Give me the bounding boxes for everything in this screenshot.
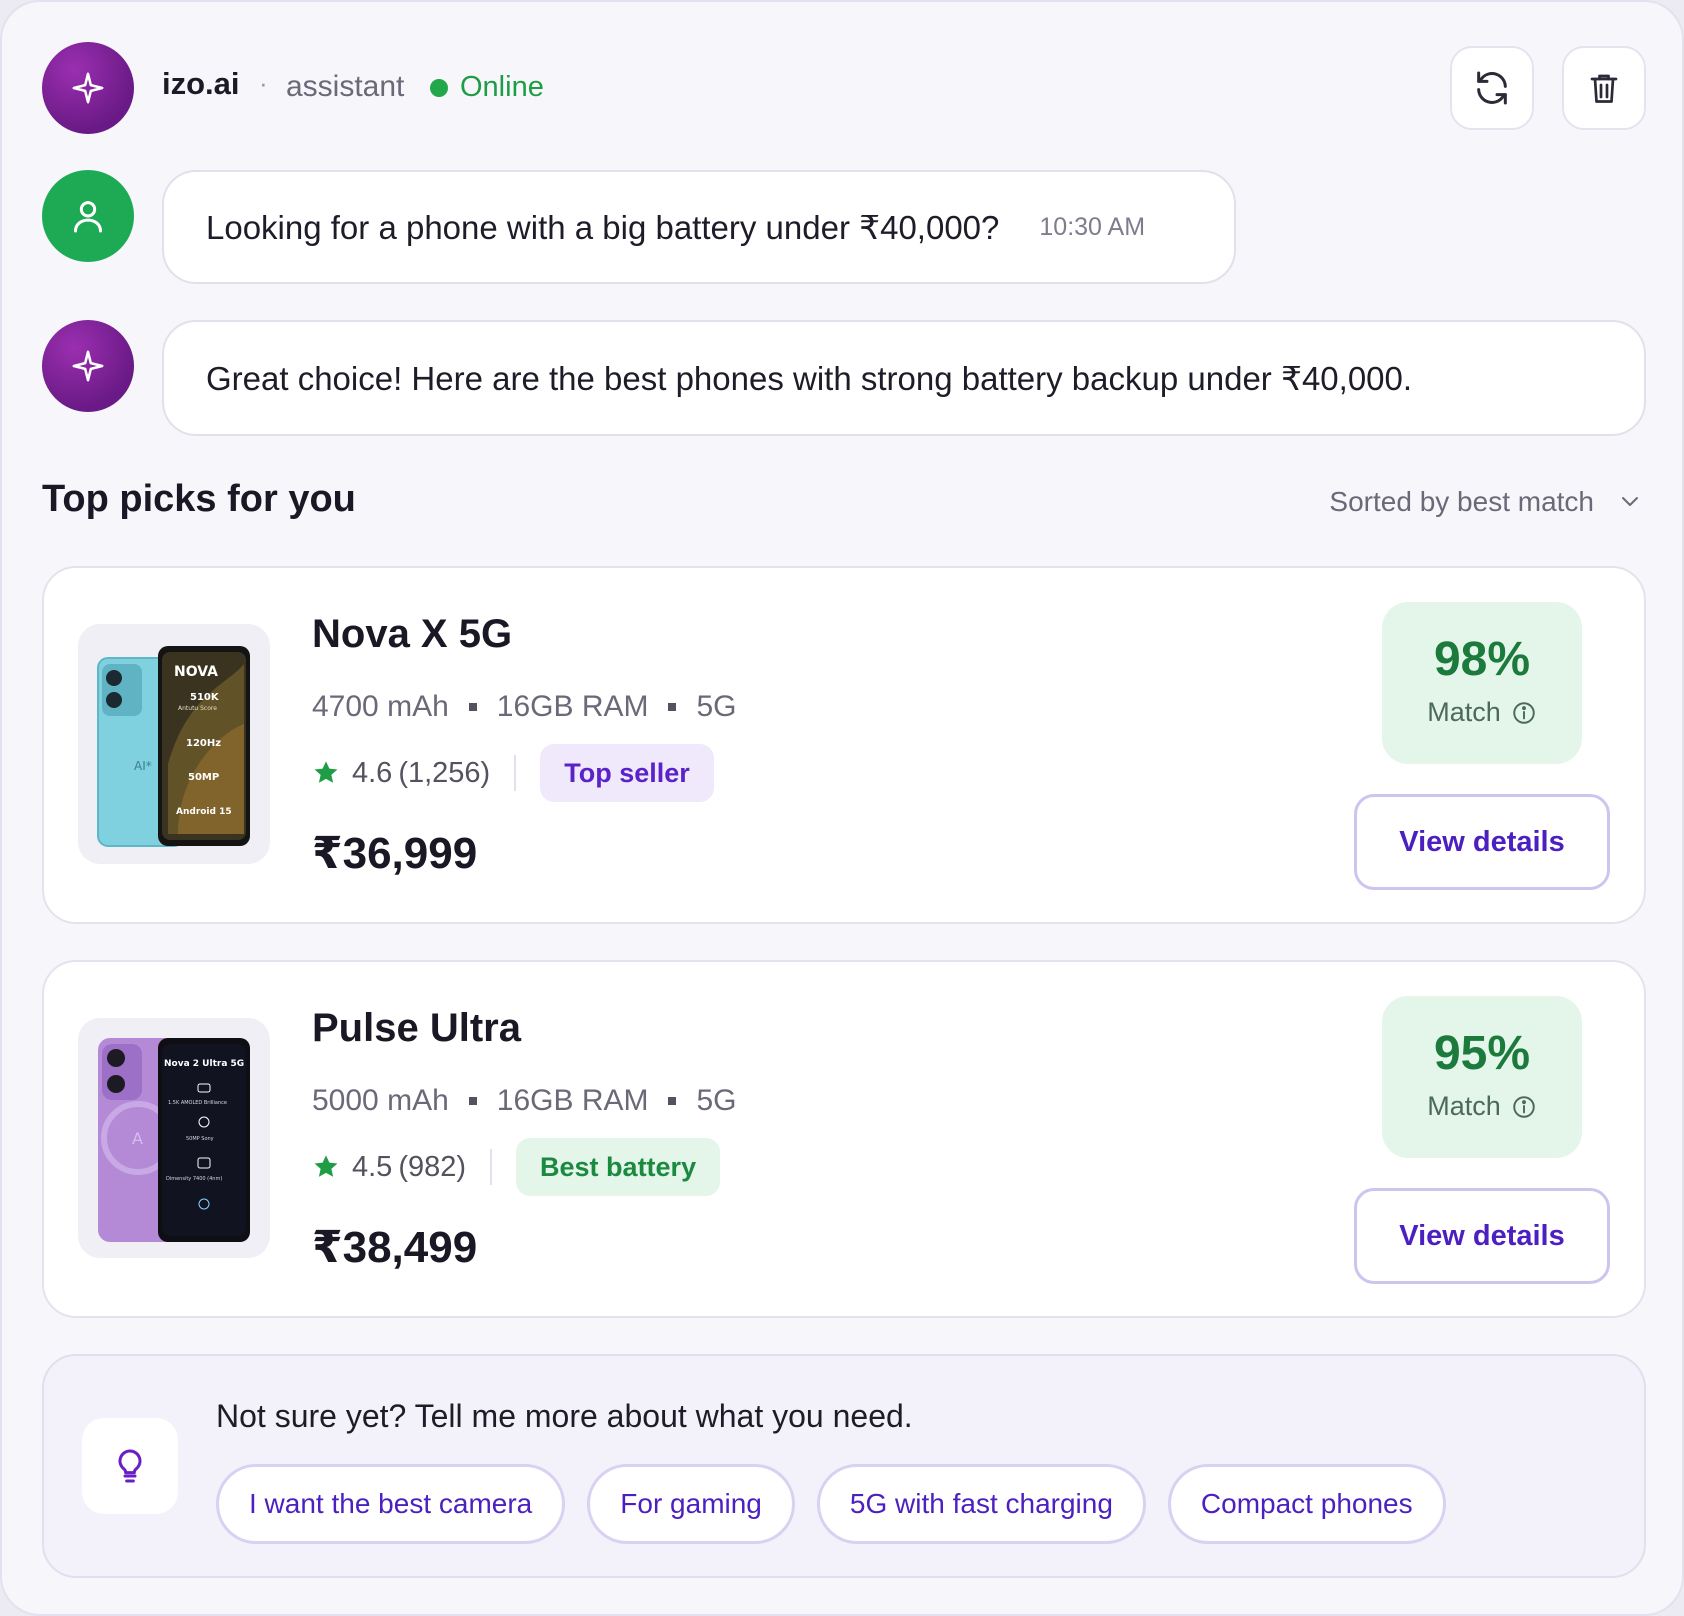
product-image: A Nova 2 Ultra 5G 1.5K AMOLED Brilliance… bbox=[78, 1018, 270, 1258]
assistant-message-text: Great choice! Here are the best phones w… bbox=[206, 359, 1413, 397]
spec-separator bbox=[468, 1097, 477, 1105]
sort-dropdown[interactable]: Sorted by best match bbox=[1329, 486, 1594, 518]
product-badge: Top seller bbox=[540, 744, 714, 802]
info-icon[interactable] bbox=[1511, 700, 1537, 726]
user-message-text: Looking for a phone with a big battery u… bbox=[206, 208, 1000, 246]
review-count: (982) bbox=[398, 1150, 467, 1183]
phone-screen-chipset: Dimensity 7400 (4nm) bbox=[166, 1176, 222, 1182]
trash-icon bbox=[1590, 74, 1618, 103]
product-name[interactable]: Nova X 5G bbox=[312, 612, 512, 657]
star-icon bbox=[314, 761, 338, 783]
product-specs: 5000 mAh 16GB RAM 5G bbox=[312, 1084, 737, 1118]
phone-screen-refresh: 120Hz bbox=[186, 738, 221, 749]
match-score-box: 95% Match bbox=[1382, 996, 1582, 1158]
chip-gaming[interactable]: For gaming bbox=[587, 1464, 795, 1544]
chat-window: izo.ai · assistant Online Looking for a … bbox=[0, 0, 1684, 1616]
assistant-role: assistant bbox=[286, 70, 405, 103]
suggestion-prompt: Not sure yet? Tell me more about what yo… bbox=[216, 1398, 913, 1434]
product-rating: 4.5 (982) Best battery bbox=[312, 1138, 721, 1196]
match-percentage: 98% bbox=[1433, 633, 1531, 686]
spec-network: 5G bbox=[696, 690, 737, 723]
header-separator: · bbox=[259, 68, 268, 98]
product-card: A Nova 2 Ultra 5G 1.5K AMOLED Brilliance… bbox=[42, 960, 1646, 1318]
chip-compact-phones[interactable]: Compact phones bbox=[1167, 1464, 1446, 1544]
phone-screen-camera: 50MP bbox=[188, 772, 219, 783]
refresh-icon bbox=[1477, 71, 1507, 105]
match-percentage: 95% bbox=[1433, 1027, 1531, 1080]
chevron-down-icon[interactable] bbox=[1618, 489, 1642, 513]
online-status: Online bbox=[460, 71, 544, 103]
rating-value: 4.6 bbox=[352, 756, 393, 789]
suggestion-chips: I want the best camera For gaming 5G wit… bbox=[216, 1464, 1468, 1544]
user-message-bubble: Looking for a phone with a big battery u… bbox=[162, 170, 1236, 284]
divider bbox=[490, 1149, 493, 1185]
match-label: Match bbox=[1427, 697, 1501, 727]
spec-separator bbox=[668, 703, 677, 711]
info-icon[interactable] bbox=[1511, 1094, 1537, 1120]
lightbulb-badge bbox=[82, 1418, 178, 1514]
spec-separator bbox=[468, 703, 477, 711]
product-name[interactable]: Pulse Ultra bbox=[312, 1006, 521, 1051]
spec-separator bbox=[668, 1097, 677, 1105]
phone-screen-display: 1.5K AMOLED Brilliance bbox=[168, 1100, 227, 1106]
phone-screen-score: 510K bbox=[190, 692, 220, 703]
product-price: ₹36,999 bbox=[312, 829, 478, 878]
user-icon bbox=[74, 201, 102, 233]
product-badge: Best battery bbox=[516, 1138, 721, 1196]
review-count: (1,256) bbox=[398, 756, 491, 789]
spec-battery: 5000 mAh bbox=[312, 1084, 449, 1117]
phone-back-logo: A bbox=[132, 1129, 143, 1148]
brand-name: izo.ai bbox=[162, 66, 240, 101]
product-image: AI* NOVA 510K Antutu Score 120Hz 50MP An… bbox=[78, 624, 270, 864]
match-label: Match bbox=[1427, 1091, 1501, 1121]
phone-screen-brand: NOVA bbox=[174, 664, 218, 680]
match-label-row: Match bbox=[1382, 697, 1582, 728]
refresh-button[interactable] bbox=[1450, 46, 1534, 130]
product-rating: 4.6 (1,256) Top seller bbox=[312, 744, 714, 802]
sparkle-icon bbox=[72, 72, 104, 104]
assistant-message-bubble: Great choice! Here are the best phones w… bbox=[162, 320, 1646, 436]
online-status-dot bbox=[430, 79, 448, 97]
view-details-button[interactable]: View details bbox=[1354, 1188, 1610, 1284]
chip-5g-fast-charging[interactable]: 5G with fast charging bbox=[816, 1464, 1146, 1544]
lightbulb-icon bbox=[118, 1449, 142, 1483]
product-card: AI* NOVA 510K Antutu Score 120Hz 50MP An… bbox=[42, 566, 1646, 924]
suggestions-panel: Not sure yet? Tell me more about what yo… bbox=[42, 1354, 1646, 1578]
phone-screen-os: Android 15 bbox=[176, 807, 232, 817]
spec-ram: 16GB RAM bbox=[496, 1084, 649, 1117]
chip-best-camera[interactable]: I want the best camera bbox=[216, 1464, 566, 1544]
view-details-button[interactable]: View details bbox=[1354, 794, 1610, 890]
match-score-box: 98% Match bbox=[1382, 602, 1582, 764]
message-timestamp: 10:30 AM bbox=[1039, 212, 1146, 241]
spec-network: 5G bbox=[696, 1084, 737, 1117]
phone-screen-brand: Nova 2 Ultra 5G bbox=[164, 1059, 244, 1069]
phone-screen-camera: 50MP Sony bbox=[186, 1136, 214, 1142]
product-price: ₹38,499 bbox=[312, 1223, 478, 1272]
assistant-avatar bbox=[42, 320, 134, 412]
spec-battery: 4700 mAh bbox=[312, 690, 449, 723]
sparkle-icon bbox=[72, 350, 104, 382]
spec-ram: 16GB RAM bbox=[496, 690, 649, 723]
user-avatar bbox=[42, 170, 134, 262]
section-title: Top picks for you bbox=[42, 478, 356, 520]
divider bbox=[514, 755, 517, 791]
phone-back-logo: AI* bbox=[134, 759, 152, 773]
assistant-avatar bbox=[42, 42, 134, 134]
product-specs: 4700 mAh 16GB RAM 5G bbox=[312, 690, 737, 724]
star-icon bbox=[314, 1155, 338, 1177]
delete-button[interactable] bbox=[1562, 46, 1646, 130]
phone-screen-score-sub: Antutu Score bbox=[178, 705, 217, 712]
match-label-row: Match bbox=[1382, 1091, 1582, 1122]
rating-value: 4.5 bbox=[352, 1150, 393, 1183]
